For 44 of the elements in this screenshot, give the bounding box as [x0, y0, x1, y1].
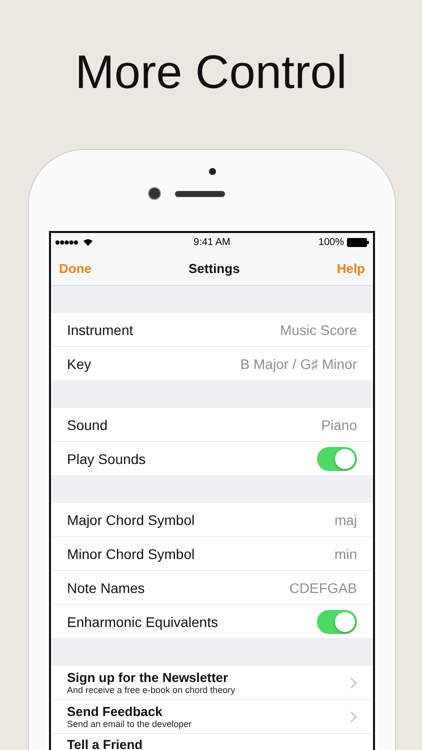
row-subtitle: Send an email to the developer — [67, 719, 192, 729]
row-title: Send Feedback — [67, 704, 162, 719]
row-value: min — [334, 546, 357, 562]
row-label: Minor Chord Symbol — [67, 546, 195, 562]
nav-title: Settings — [188, 260, 240, 276]
row-value: B Major / G♯ Minor — [240, 356, 357, 372]
row-title: Tell a Friend — [67, 737, 143, 750]
row-value: maj — [334, 512, 357, 528]
speaker-icon — [174, 190, 224, 196]
signal-icon — [55, 240, 79, 244]
chevron-icon — [350, 710, 357, 722]
row-label: Enharmonic Equivalents — [67, 614, 218, 630]
sensor-icon — [208, 168, 216, 175]
headline: More Control — [74, 44, 348, 100]
row-value: CDEFGAB — [289, 580, 357, 596]
battery-percent: 100% — [318, 236, 344, 248]
row-value: Music Score — [280, 322, 357, 338]
status-time: 9:41 AM — [194, 236, 230, 248]
chevron-icon — [350, 676, 357, 688]
settings-row[interactable]: Major Chord Symbol maj — [51, 503, 373, 537]
toggle-switch[interactable] — [317, 446, 357, 470]
settings-row[interactable]: Note Names CDEFGAB — [51, 571, 373, 605]
wifi-icon — [83, 238, 93, 246]
camera-icon — [148, 187, 160, 200]
row-label: Key — [67, 356, 92, 372]
row-label: Major Chord Symbol — [67, 512, 195, 528]
row-label: Play Sounds — [67, 450, 146, 466]
row-value: Piano — [321, 416, 357, 432]
settings-row[interactable]: Sound Piano — [51, 408, 373, 442]
settings-row[interactable]: Sign up for the Newsletter And receive a free e-book on chord theory — [51, 666, 373, 700]
battery-icon — [346, 238, 369, 246]
settings-row[interactable]: Tell a Friend — [51, 734, 373, 750]
settings-row[interactable]: Play Sounds — [51, 442, 373, 476]
settings-row[interactable]: Send Feedback Send an email to the developer — [51, 700, 373, 734]
settings-row[interactable]: Key B Major / G♯ Minor — [51, 347, 373, 381]
row-subtitle: And receive a free e-book on chord theory — [67, 685, 236, 695]
settings-row[interactable]: Enharmonic Equivalents — [51, 605, 373, 639]
row-label: Instrument — [67, 322, 134, 338]
settings-row[interactable]: Minor Chord Symbol min — [51, 537, 373, 571]
row-label: Note Names — [67, 580, 145, 596]
settings-row[interactable]: Instrument Music Score — [51, 313, 373, 347]
row-label: Sound — [67, 416, 108, 432]
row-title: Sign up for the Newsletter — [67, 670, 228, 685]
toggle-switch[interactable] — [317, 610, 357, 634]
